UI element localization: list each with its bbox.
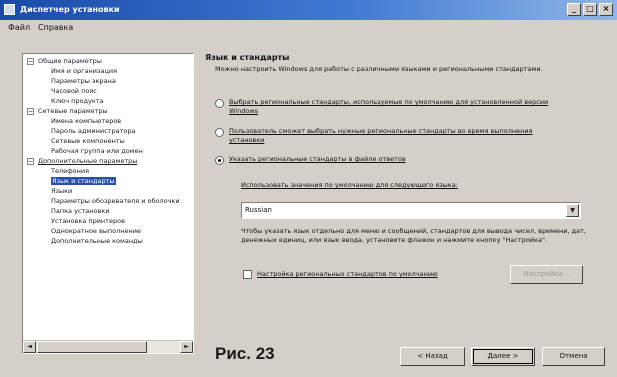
main-panel: Язык и стандарты Можно настроить Windows… xyxy=(205,53,597,343)
menu-bar: Файл Справка xyxy=(0,20,617,37)
window-title: Диспетчер установки xyxy=(20,5,120,14)
tree-label: Однократное выполнение xyxy=(51,227,142,235)
custom-settings-label[interactable]: Настройка региональных стандартов по умо… xyxy=(257,270,497,279)
tree-item-timezone[interactable]: Часовой пояс xyxy=(51,87,97,96)
figure-caption: Рис. 23 xyxy=(215,344,275,363)
tree-label: Папка установки xyxy=(51,207,110,215)
navigation-tree: − Общие параметры Имя и организация Пара… xyxy=(22,53,194,354)
next-button[interactable]: Далее > xyxy=(471,347,535,366)
tree-item-display[interactable]: Параметры экрана xyxy=(51,77,116,86)
tree-toggle-icon[interactable]: − xyxy=(27,108,34,115)
scroll-thumb[interactable] xyxy=(37,341,147,353)
tree-label: Параметры обозревателя и оболочки xyxy=(51,197,180,205)
option-user-choose-label[interactable]: Пользователь сможет выбрать нужные регио… xyxy=(229,127,569,145)
scroll-right-icon[interactable]: ► xyxy=(180,341,193,353)
title-bar: Диспетчер установки _ □ × xyxy=(0,0,617,20)
option-answer-file-label[interactable]: Указать региональные стандарты в файле о… xyxy=(229,155,569,164)
minimize-button[interactable]: _ xyxy=(567,3,581,16)
custom-settings-checkbox[interactable] xyxy=(243,270,252,279)
menu-file[interactable]: Файл xyxy=(8,23,30,32)
radio-user-choose[interactable] xyxy=(215,128,224,137)
maximize-button[interactable]: □ xyxy=(583,3,597,16)
tree-label: Язык и стандарты xyxy=(51,177,116,185)
tree-item-additional-commands[interactable]: Дополнительные команды xyxy=(51,237,143,246)
cancel-button[interactable]: Отмена xyxy=(542,347,605,366)
language-select[interactable]: Russian ▼ xyxy=(241,202,581,219)
tree-label: Дополнительные команды xyxy=(51,237,143,245)
tree-label: Имя и организация xyxy=(51,67,118,75)
tree-item-printers[interactable]: Установка принтеров xyxy=(51,217,125,226)
close-button[interactable]: × xyxy=(599,3,613,16)
default-language-label: Использовать значения по умолчанию для с… xyxy=(241,181,458,189)
tree-item-run-once[interactable]: Однократное выполнение xyxy=(51,227,141,236)
tree-item-name-org[interactable]: Имя и организация xyxy=(51,67,117,76)
tree-item-computer-names[interactable]: Имена компьютеров xyxy=(51,117,121,126)
tree-item-telephony[interactable]: Телефония xyxy=(51,167,89,176)
tree-label: Рабочая группа или домен xyxy=(51,147,143,155)
custom-hint-text: Чтобы указать язык отдельно для меню и с… xyxy=(241,227,586,244)
window-controls: _ □ × xyxy=(567,3,613,16)
tree-item-languages[interactable]: Языки xyxy=(51,187,72,196)
tree-item-product-key[interactable]: Ключ продукта xyxy=(51,97,104,106)
app-icon xyxy=(4,4,15,15)
tree-label: Общие параметры xyxy=(38,57,102,65)
radio-answer-file[interactable] xyxy=(215,156,224,165)
language-select-value: Russian xyxy=(245,206,272,214)
tree-label: Часовой пояс xyxy=(51,87,97,95)
back-button[interactable]: < Назад xyxy=(400,347,465,366)
tree-toggle-icon[interactable]: − xyxy=(27,58,34,65)
tree-label: Языки xyxy=(51,187,73,195)
tree-item-browser-shell[interactable]: Параметры обозревателя и оболочки xyxy=(51,197,180,206)
tree-item-regional-settings[interactable]: Язык и стандарты xyxy=(51,177,116,186)
tree-label: Параметры экрана xyxy=(51,77,116,85)
tree-item-install-folder[interactable]: Папка установки xyxy=(51,207,110,216)
tree-item-network-components[interactable]: Сетевые компоненты xyxy=(51,137,125,146)
tree-label: Пароль администратора xyxy=(51,127,136,135)
settings-button[interactable]: Настройка... xyxy=(510,265,583,284)
horizontal-scrollbar[interactable]: ◄ ► xyxy=(23,340,193,353)
tree-item-workgroup[interactable]: Рабочая группа или домен xyxy=(51,147,143,156)
tree-label: Сетевые компоненты xyxy=(51,137,125,145)
tree-label: Ключ продукта xyxy=(51,97,104,105)
page-description: Можно настроить Windows для работы с раз… xyxy=(215,65,543,73)
tree-toggle-icon[interactable]: − xyxy=(27,158,34,165)
tree-label: Дополнительные параметры xyxy=(38,157,138,165)
tree-label: Телефония xyxy=(51,167,90,175)
tree-label: Установка принтеров xyxy=(51,217,125,225)
chevron-down-icon[interactable]: ▼ xyxy=(566,204,579,217)
menu-help[interactable]: Справка xyxy=(38,23,73,32)
option-windows-default-label[interactable]: Выбрать региональные стандарты, использу… xyxy=(229,98,569,116)
radio-windows-default[interactable] xyxy=(215,99,224,108)
tree-label: Сетевые параметры xyxy=(38,107,108,115)
page-title: Язык и стандарты xyxy=(205,53,290,62)
tree-item-admin-password[interactable]: Пароль администратора xyxy=(51,127,135,136)
tree-label: Имена компьютеров xyxy=(51,117,122,125)
scroll-left-icon[interactable]: ◄ xyxy=(23,341,36,353)
